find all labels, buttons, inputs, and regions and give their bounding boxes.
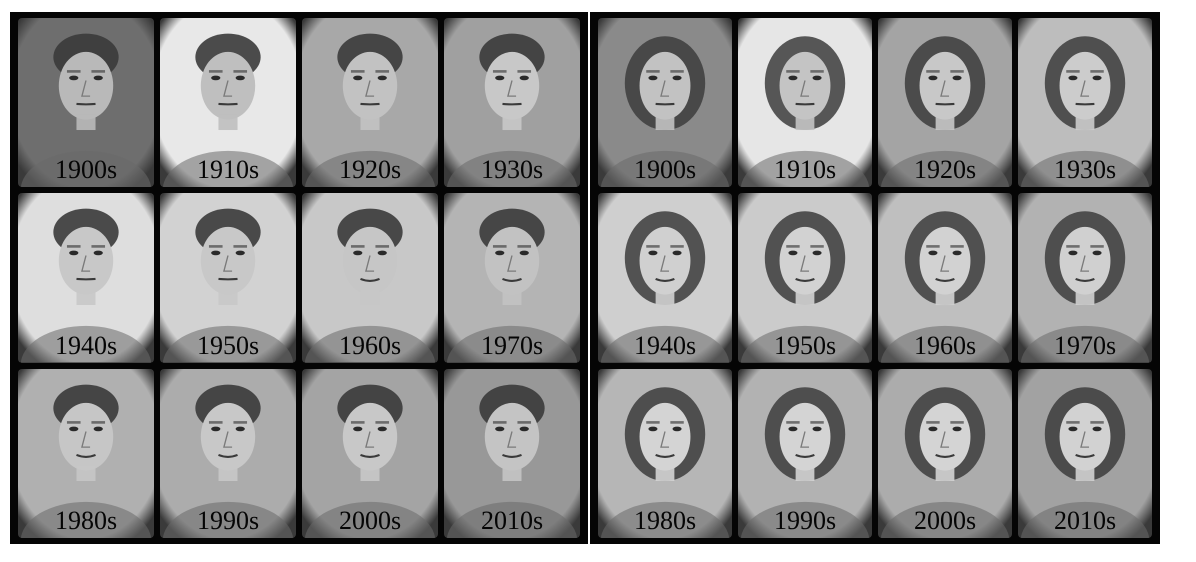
decade-label: 1910s	[196, 155, 260, 185]
right-margin	[1160, 0, 1196, 562]
men-portrait-1940s: 1940s	[18, 193, 154, 363]
decade-label: 1910s	[773, 155, 837, 185]
women-portrait-1960s: 1960s	[878, 193, 1012, 363]
decade-label: 1960s	[338, 330, 402, 360]
men-portrait-1930s: 1930s	[444, 18, 580, 188]
men-portrait-1980s: 1980s	[18, 368, 154, 538]
decade-label: 1900s	[633, 155, 697, 185]
women-portrait-1940s: 1940s	[598, 193, 732, 363]
women-portrait-1910s: 1910s	[738, 18, 872, 188]
decade-label: 1960s	[913, 330, 977, 360]
decade-label: 1970s	[1053, 330, 1117, 360]
men-portrait-1900s: 1900s	[18, 18, 154, 188]
decade-label: 2010s	[480, 505, 544, 535]
decade-label: 1930s	[480, 155, 544, 185]
decade-label: 1990s	[196, 505, 260, 535]
decade-label: 1900s	[54, 155, 118, 185]
men-portrait-1920s: 1920s	[302, 18, 438, 188]
decade-label: 1990s	[773, 505, 837, 535]
decade-label: 2000s	[913, 505, 977, 535]
men-portrait-1970s: 1970s	[444, 193, 580, 363]
women-portrait-2000s: 2000s	[878, 368, 1012, 538]
decade-label: 1920s	[913, 155, 977, 185]
decade-label: 1940s	[54, 330, 118, 360]
decade-label: 2000s	[338, 505, 402, 535]
men-portrait-1960s: 1960s	[302, 193, 438, 363]
women-portrait-grid: 1900s 1910s 1920s 1930s 1940s 1950s 1960s 1970s…	[590, 12, 1160, 544]
men-portrait-1910s: 1910s	[160, 18, 296, 188]
decade-label: 1950s	[196, 330, 260, 360]
decade-label: 1940s	[633, 330, 697, 360]
women-portrait-1970s: 1970s	[1018, 193, 1152, 363]
women-yearbook-panel: 1900s 1910s 1920s 1930s 1940s 1950s 1960s 1970s…	[590, 12, 1160, 544]
women-portrait-1920s: 1920s	[878, 18, 1012, 188]
men-portrait-1990s: 1990s	[160, 368, 296, 538]
women-portrait-1900s: 1900s	[598, 18, 732, 188]
decade-label: 1930s	[1053, 155, 1117, 185]
women-portrait-2010s: 2010s	[1018, 368, 1152, 538]
men-portrait-2010s: 2010s	[444, 368, 580, 538]
decade-label: 1950s	[773, 330, 837, 360]
men-portrait-1950s: 1950s	[160, 193, 296, 363]
women-portrait-1950s: 1950s	[738, 193, 872, 363]
decade-label: 1980s	[633, 505, 697, 535]
men-yearbook-panel: 1900s 1910s 1920s 1930s 1940s 1950s 1960s 1970s…	[10, 12, 588, 544]
decade-label: 1920s	[338, 155, 402, 185]
men-portrait-2000s: 2000s	[302, 368, 438, 538]
decade-label: 2010s	[1053, 505, 1117, 535]
women-portrait-1990s: 1990s	[738, 368, 872, 538]
women-portrait-1980s: 1980s	[598, 368, 732, 538]
decade-label: 1980s	[54, 505, 118, 535]
women-portrait-1930s: 1930s	[1018, 18, 1152, 188]
decade-label: 1970s	[480, 330, 544, 360]
men-portrait-grid: 1900s 1910s 1920s 1930s 1940s 1950s 1960s 1970s…	[10, 12, 588, 544]
